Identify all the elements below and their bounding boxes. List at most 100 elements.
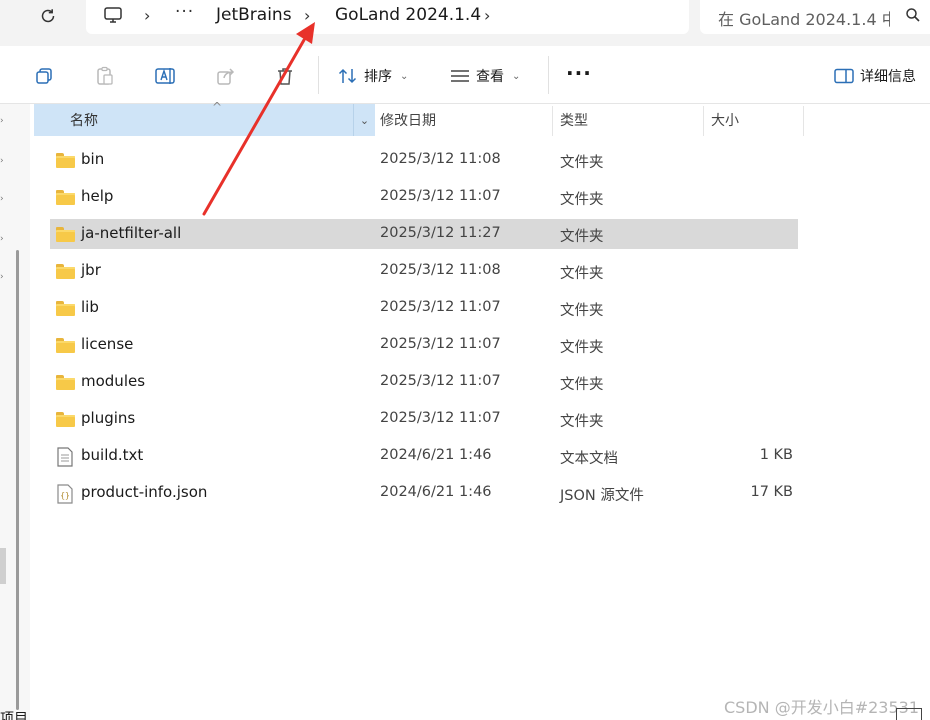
file-date: 2025/3/12 11:07 [380,410,501,426]
chevron-down-icon: ⌄ [359,113,370,127]
file-date: 2024/6/21 1:46 [380,484,492,500]
column-header-date-label: 修改日期 [380,113,436,129]
view-label: 查看 [476,69,504,85]
rename-icon[interactable] [154,65,176,87]
window-corner [896,708,922,720]
file-type: 文件夹 [560,266,604,282]
column-header-size[interactable]: 大小 [703,104,803,136]
file-row[interactable]: license 2025/3/12 11:07 文件夹 [50,330,798,360]
file-name: help [81,187,114,205]
file-type: 文件夹 [560,303,604,319]
share-icon[interactable] [215,65,237,87]
column-header-row: 名称 ^ ⌄ 修改日期 类型 大小 [32,100,930,136]
folder-icon [56,373,76,391]
file-size: 1 KB [759,447,793,463]
column-header-name-label: 名称 [70,113,98,129]
navigation-scrollbar[interactable] [16,250,19,710]
breadcrumb-goland[interactable]: GoLand 2024.1.4 [335,5,481,25]
refresh-icon[interactable] [36,5,60,27]
file-name: ja-netfilter-all [81,224,182,242]
details-pane-button[interactable]: 详细信息 [834,64,916,88]
sort-label: 排序 [364,69,392,85]
view-icon [451,70,469,82]
file-type: 文件夹 [560,192,604,208]
toolbar-divider [548,56,549,94]
chevron-right-icon[interactable]: › [484,6,490,25]
file-row[interactable]: lib 2025/3/12 11:07 文件夹 [50,293,798,323]
expand-icon[interactable]: › [0,156,4,166]
navigation-pane: › › › › › [0,104,30,720]
file-name: jbr [81,261,101,279]
watermark: CSDN @开发小白#23531 [724,698,920,717]
file-row[interactable]: build.txt 2024/6/21 1:46 文本文档 1 KB [50,441,798,471]
status-bar-item-count: 项目 [0,711,28,720]
file-type: 文件夹 [560,229,604,245]
text-file-icon [56,447,76,467]
file-name: plugins [81,409,136,427]
expand-icon[interactable]: › [0,234,4,244]
address-bar[interactable]: › ··· JetBrains › GoLand 2024.1.4 › [86,0,689,34]
chevron-right-icon[interactable]: › [144,6,150,25]
file-row[interactable]: {} product-info.json 2024/6/21 1:46 JSON… [50,478,798,508]
column-header-size-label: 大小 [711,113,739,129]
this-pc-icon[interactable] [102,4,124,30]
address-bar-row: › ··· JetBrains › GoLand 2024.1.4 › 在 Go… [0,0,930,46]
sort-button[interactable]: 排序 ⌄ [338,64,408,88]
file-date: 2025/3/12 11:08 [380,262,501,278]
folder-icon [56,225,76,243]
copy-icon[interactable] [33,65,55,87]
search-placeholder[interactable]: 在 GoLand 2024.1.4 中搜索 [718,6,890,30]
delete-icon[interactable] [274,65,296,87]
folder-icon [56,410,76,428]
file-row[interactable]: jbr 2025/3/12 11:08 文件夹 [50,256,798,286]
file-name: lib [81,298,99,316]
folder-icon [56,262,76,280]
column-header-name[interactable]: 名称 [34,104,373,136]
search-box[interactable]: 在 GoLand 2024.1.4 中搜索 [700,0,930,34]
file-name: product-info.json [81,483,208,501]
paste-icon[interactable] [94,65,116,87]
expand-icon[interactable]: › [0,116,4,126]
file-date: 2025/3/12 11:07 [380,336,501,352]
file-date: 2025/3/12 11:07 [380,188,501,204]
file-date: 2025/3/12 11:07 [380,299,501,315]
svg-text:{}: {} [60,491,70,500]
file-date: 2025/3/12 11:08 [380,151,501,167]
file-row[interactable]: help 2025/3/12 11:07 文件夹 [50,182,798,212]
file-row-selected[interactable]: ja-netfilter-all 2025/3/12 11:27 文件夹 [50,219,798,249]
folder-icon [56,336,76,354]
breadcrumb-jetbrains[interactable]: JetBrains [216,5,292,25]
toolbar-divider [318,56,319,94]
column-header-type[interactable]: 类型 [552,104,703,136]
details-pane-icon [834,68,854,84]
file-type: 文件夹 [560,340,604,356]
column-divider[interactable] [803,106,804,136]
search-icon[interactable] [905,7,921,27]
chevron-right-icon[interactable]: › [304,6,310,25]
column-header-type-label: 类型 [560,113,588,129]
folder-icon [56,299,76,317]
file-date: 2025/3/12 11:07 [380,373,501,389]
command-bar: 排序 ⌄ 查看 ⌄ ··· 详细信息 [0,46,930,104]
expand-icon[interactable]: › [0,194,4,204]
file-name: modules [81,372,146,390]
folder-icon [56,188,76,206]
file-date: 2025/3/12 11:27 [380,225,501,241]
file-row[interactable]: bin 2025/3/12 11:08 文件夹 [50,145,798,175]
file-row[interactable]: plugins 2025/3/12 11:07 文件夹 [50,404,798,434]
chevron-down-icon: ⌄ [512,70,521,82]
breadcrumb-overflow-button[interactable]: ··· [175,2,194,22]
file-name: bin [81,150,105,168]
file-type: JSON 源文件 [560,488,644,504]
expand-icon[interactable]: › [0,272,4,282]
view-button[interactable]: 查看 ⌄ [450,64,520,88]
file-date: 2024/6/21 1:46 [380,447,492,463]
file-name: license [81,335,134,353]
file-type: 文本文档 [560,451,618,467]
json-file-icon: {} [56,484,76,504]
column-header-date[interactable]: 修改日期 [372,104,552,136]
file-size: 17 KB [750,484,793,500]
file-row[interactable]: modules 2025/3/12 11:07 文件夹 [50,367,798,397]
more-options-button[interactable]: ··· [566,61,592,85]
file-name: build.txt [81,446,144,464]
